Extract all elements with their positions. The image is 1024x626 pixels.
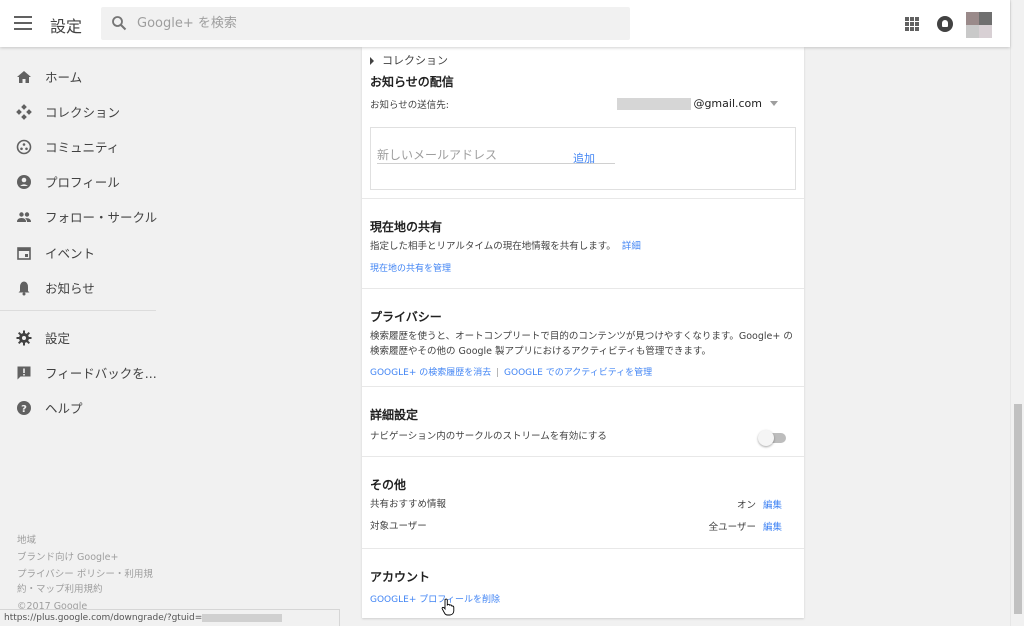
location-details-link[interactable]: 詳細 [622,241,641,252]
sidebar-item-home[interactable]: ホーム [0,59,156,94]
chevron-down-icon [770,101,778,106]
notifications-title: お知らせの配信 [370,75,454,89]
privacy-description-line2: 検索履歴やその他の Google 製アプリにおけるアクティビティも管理できます。 [370,346,711,357]
scrollbar-thumb[interactable] [1014,404,1022,614]
page-title: 設定 [50,17,83,36]
location-description-text: 指定した相手とリアルタイムの現在地情報を共有します。 [370,241,616,252]
avatar[interactable] [966,12,992,38]
add-email-button[interactable]: 追加 [573,150,595,166]
sidebar-item-label: コレクション [45,105,121,120]
email-dropdown[interactable]: @gmail.com [617,97,778,110]
sidebar-footer: 地域 ブランド向け Google+ プライバシー ポリシー・利用規約・マップ利用… [17,533,157,616]
privacy-description-line1: 検索履歴を使うと、オートコンプリートで目的のコンテンツが見つけやすくなります。G… [370,331,793,342]
location-section: 現在地の共有 指定した相手とリアルタイムの現在地情報を共有します。 詳細 現在地… [362,198,804,288]
help-icon: ? [17,400,31,415]
page-scrollbar[interactable] [1010,0,1024,626]
settings-card: コレクション お知らせの配信 お知らせの送信先: @gmail.com 追加 現… [362,47,804,618]
sidebar-item-communities[interactable]: コミュニティ [0,129,156,164]
feedback-icon [17,366,31,379]
location-description: 指定した相手とリアルタイムの現在地情報を共有します。 詳細 [370,239,641,254]
bell-icon [18,281,30,295]
advanced-title: 詳細設定 [370,408,419,422]
send-to-label: お知らせの送信先: [370,100,450,111]
search-input[interactable] [137,7,617,40]
status-url: https://plus.google.com/downgrade/?gtuid… [4,613,203,623]
sidebar-item-settings[interactable]: 設定 [0,320,156,355]
top-app-bar: 設定 [0,0,1010,47]
manage-location-link[interactable]: 現在地の共有を管理 [370,261,451,274]
nav-stream-label: ナビゲーション内のサークルのストリームを有効にする [370,431,607,442]
target-users-label: 対象ユーザー [370,521,427,532]
redacted-url-part [202,613,283,622]
collections-icon [16,103,32,120]
target-users-row-value: 全ユーザー 編集 [709,519,782,533]
link-separator: | [496,368,500,378]
delete-profile-link[interactable]: GOOGLE+ プロフィールを削除 [370,592,500,605]
shared-endorsements-row-value: オン 編集 [737,497,782,511]
new-email-input[interactable] [377,146,567,164]
privacy-links: GOOGLE+ の検索履歴を消去 | GOOGLE でのアクティビティを管理 [370,365,652,378]
browser-status-bar: https://plus.google.com/downgrade/?gtuid… [0,609,340,626]
gear-icon [16,330,32,345]
svg-text:?: ? [21,404,27,415]
menu-icon[interactable] [14,16,32,30]
sidebar-item-label: フォロー・サークル [45,210,158,225]
sidebar-item-people[interactable]: フォロー・サークル [0,199,158,234]
search-icon [112,16,127,31]
sidebar-item-label: イベント [45,246,96,261]
clear-search-history-link[interactable]: GOOGLE+ の検索履歴を消去 [370,368,491,378]
sidebar-divider [0,310,156,311]
shared-endorsements-value: オン [736,500,756,511]
expand-arrow-icon [370,57,374,65]
people-icon [17,211,31,222]
other-section: その他 共有おすすめ情報 オン 編集 対象ユーザー 全ユーザー 編集 [362,456,804,548]
footer-region-link[interactable]: 地域 [17,533,157,548]
footer-policy-link[interactable]: プライバシー ポリシー・利用規約・マップ利用規約 [17,567,157,597]
search-box[interactable] [101,7,630,40]
sidebar-item-label: ヘルプ [45,401,83,416]
sidebar-item-notifications[interactable]: お知らせ [0,270,156,305]
footer-brand-link[interactable]: ブランド向け Google+ [17,550,157,565]
profile-icon [17,174,31,189]
edit-shared-endorsements-link[interactable]: 編集 [763,500,782,511]
account-section: アカウント GOOGLE+ プロフィールを削除 [362,548,804,618]
privacy-title: プライバシー [370,310,442,324]
location-title: 現在地の共有 [370,220,443,234]
shared-endorsements-label: 共有おすすめ情報 [370,499,447,510]
sidebar-item-label: 設定 [45,331,71,346]
privacy-section: プライバシー 検索履歴を使うと、オートコンプリートで目的のコンテンツが見つけやす… [362,288,804,386]
notifications-icon[interactable] [937,16,953,32]
sidebar-item-label: コミュニティ [45,140,120,155]
edit-target-users-link[interactable]: 編集 [763,522,782,533]
sidebar: ホーム コレクション コミュニティ プロフィール フォロー・サークル イベント … [0,47,160,626]
apps-grid-icon[interactable] [905,17,919,31]
other-title: その他 [370,478,407,492]
sidebar-item-label: プロフィール [45,175,120,190]
calendar-icon [17,246,31,260]
sidebar-item-profile[interactable]: プロフィール [0,164,156,199]
manage-activity-link[interactable]: GOOGLE でのアクティビティを管理 [504,368,652,378]
sidebar-item-label: お知らせ [45,281,95,296]
hand-cursor-icon [441,598,455,616]
sidebar-item-label: ホーム [45,70,83,85]
new-email-box: 追加 [370,127,796,190]
collections-row[interactable]: コレクション [370,52,448,68]
home-icon [17,70,31,83]
sidebar-item-help[interactable]: ? ヘルプ [0,390,156,425]
sidebar-item-events[interactable]: イベント [0,235,156,270]
nav-stream-toggle[interactable] [758,430,786,446]
redacted-email-prefix [617,97,692,110]
communities-icon [16,139,32,154]
sidebar-item-label: フィードバックを... [45,366,157,381]
sidebar-item-collections[interactable]: コレクション [0,94,156,129]
collections-row-label: コレクション [382,54,448,67]
account-title: アカウント [370,570,431,584]
target-users-value: 全ユーザー [708,522,756,533]
sidebar-item-feedback[interactable]: フィードバックを... [0,355,157,390]
email-suffix: @gmail.com [693,97,762,110]
advanced-section: 詳細設定 ナビゲーション内のサークルのストリームを有効にする [362,386,804,456]
